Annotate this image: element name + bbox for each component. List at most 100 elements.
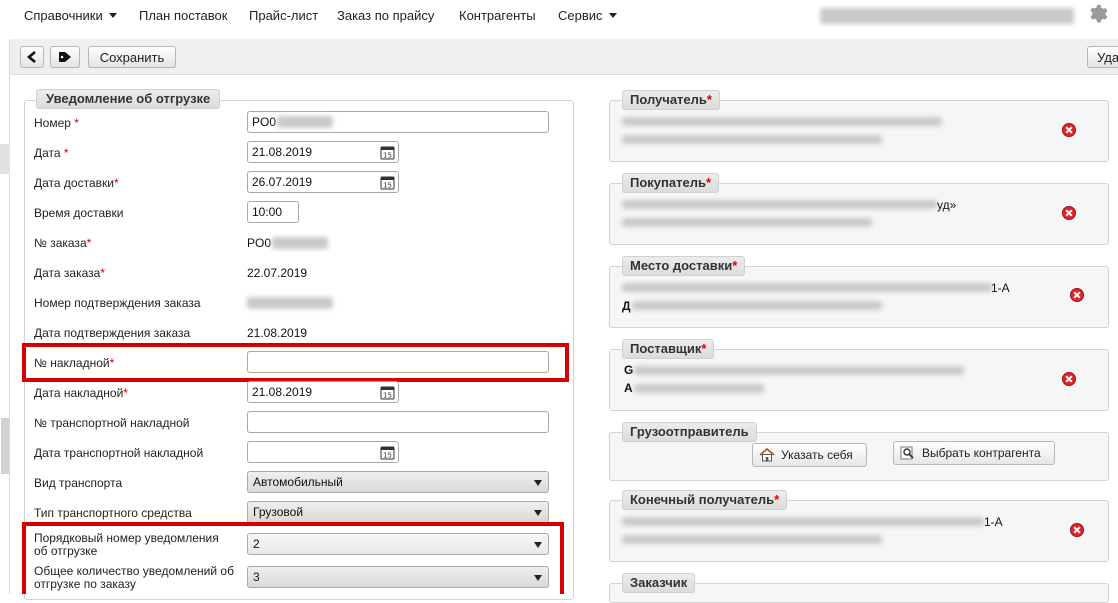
svg-text:15: 15	[383, 392, 392, 400]
consignee-legend: Конечный получатель*	[622, 490, 788, 510]
order-date-label: Дата заказа*	[34, 266, 105, 280]
delivery-time-field[interactable]: 10:00	[247, 201, 299, 223]
left-sidebar-strip	[0, 40, 10, 594]
order-number-label: № заказа*	[34, 236, 92, 250]
order-confirm-number-redacted	[247, 297, 333, 309]
sidebar-scrollbar[interactable]	[1, 418, 9, 474]
recipient-line2-redacted	[622, 135, 882, 144]
vehicle-type-label: Тип транспортного средства	[34, 506, 192, 520]
vehicle-type-select[interactable]: Грузовой	[247, 501, 549, 523]
calendar-icon[interactable]: 15	[380, 175, 395, 190]
delete-icon[interactable]	[1062, 123, 1076, 137]
recipient-line1-redacted	[622, 117, 942, 126]
save-button[interactable]: Сохранить	[88, 46, 176, 68]
calendar-icon[interactable]: 15	[380, 145, 395, 160]
number-field[interactable]: PO0	[247, 111, 549, 133]
calendar-icon[interactable]: 15	[380, 385, 395, 400]
date-label: Дата *	[34, 146, 69, 160]
invoice-date-label: Дата накладной*	[34, 386, 128, 400]
supplier-line2-start: А	[624, 381, 633, 395]
delivery-place-line2-start: Д	[622, 299, 631, 313]
tag-button[interactable]	[50, 46, 80, 68]
notice-total-select[interactable]: 3	[247, 566, 549, 588]
nav-supply-plan[interactable]: План поставок	[139, 8, 227, 23]
order-date-value: 22.07.2019	[247, 266, 308, 280]
shipment-notice-legend: Уведомление об отгрузке	[36, 89, 221, 109]
top-nav: Справочники План поставок Прайс-лист Зак…	[0, 0, 1118, 33]
transport-type-select[interactable]: Автомобильный	[247, 471, 549, 493]
delivery-place-line1-redacted	[622, 283, 992, 292]
set-self-button[interactable]: Указать себя	[752, 443, 867, 467]
notice-seq-label: Порядковый номер уведомления об отгрузке	[34, 531, 219, 558]
transport-invoice-date-field[interactable]: 15	[247, 441, 399, 463]
delete-icon[interactable]	[1070, 523, 1084, 537]
chevron-down-icon	[108, 13, 117, 18]
order-confirm-date-label: Дата подтверждения заказа	[34, 326, 191, 340]
delete-icon[interactable]	[1062, 372, 1076, 386]
buyer-line2-redacted	[622, 218, 872, 227]
delivery-place-tail: 1-А	[991, 281, 1010, 295]
date-field[interactable]: 21.08.2019 15	[247, 141, 399, 163]
delivery-date-field[interactable]: 26.07.2019 15	[247, 171, 399, 193]
toolbar: Сохранить Уда	[10, 39, 1118, 75]
consignee-tail: 1-А	[984, 515, 1003, 529]
consignee-line2-redacted	[622, 535, 882, 544]
invoice-number-field[interactable]	[247, 351, 549, 373]
transport-invoice-number-label: № транспортной накладной	[34, 416, 190, 430]
svg-text:15: 15	[383, 452, 392, 460]
calendar-icon[interactable]: 15	[380, 445, 395, 460]
gear-icon[interactable]	[1086, 3, 1108, 25]
recipient-legend: Получатель*	[622, 90, 720, 110]
tag-icon	[59, 52, 71, 62]
shipper-legend: Грузоотправитель	[622, 422, 757, 442]
transport-invoice-number-field[interactable]	[247, 411, 549, 433]
buyer-line1-redacted	[622, 200, 937, 209]
delete-button[interactable]: Уда	[1087, 46, 1118, 68]
user-info-redacted[interactable]	[820, 8, 1074, 24]
back-button[interactable]	[20, 46, 44, 68]
nav-directories[interactable]: Справочники	[24, 8, 117, 23]
order-number-value: PO0	[247, 237, 329, 250]
number-label: Номер *	[34, 116, 79, 130]
order-confirm-number-label: Номер подтверждения заказа	[34, 296, 201, 310]
nav-service[interactable]: Сервис	[558, 8, 617, 23]
svg-text:15: 15	[383, 152, 392, 160]
back-arrow-icon	[27, 51, 36, 63]
delivery-place-line2-redacted	[632, 301, 882, 310]
number-redacted	[277, 116, 334, 128]
chevron-down-icon	[534, 510, 542, 516]
delivery-time-label: Время доставки	[34, 206, 124, 220]
delete-icon[interactable]	[1070, 288, 1084, 302]
delivery-place-legend: Место доставки*	[622, 256, 746, 276]
invoice-date-field[interactable]: 21.08.2019 15	[247, 381, 399, 403]
delete-icon[interactable]	[1062, 206, 1076, 220]
buyer-name-tail: уд»	[937, 198, 957, 212]
supplier-line1-start: G	[624, 363, 634, 377]
supplier-line2-redacted	[634, 384, 764, 393]
supplier-legend: Поставщик*	[622, 339, 715, 359]
nav-price-order[interactable]: Заказ по прайсу	[337, 8, 434, 23]
chevron-down-icon	[608, 13, 617, 18]
home-icon	[759, 448, 775, 462]
notice-seq-select[interactable]: 2	[247, 533, 549, 555]
search-icon	[900, 446, 914, 460]
order-confirm-date-value: 21.08.2019	[247, 326, 308, 340]
chevron-down-icon	[534, 542, 542, 548]
sidebar-selected-item[interactable]	[0, 144, 10, 174]
transport-invoice-date-label: Дата транспортной накладной	[34, 446, 204, 460]
nav-price-list[interactable]: Прайс-лист	[249, 8, 318, 23]
choose-contractor-button[interactable]: Выбрать контрагента	[893, 441, 1055, 465]
invoice-number-label: № накладной*	[34, 356, 115, 370]
order-number-redacted	[272, 237, 329, 249]
nav-contractors[interactable]: Контрагенты	[459, 8, 536, 23]
chevron-down-icon	[534, 575, 542, 581]
consignee-line1-redacted	[622, 517, 984, 526]
transport-type-label: Вид транспорта	[34, 476, 123, 490]
delivery-date-label: Дата доставки*	[34, 176, 119, 190]
svg-text:15: 15	[383, 182, 392, 190]
supplier-line1-redacted	[634, 366, 964, 375]
customer-legend: Заказчик	[622, 573, 696, 593]
chevron-down-icon	[534, 480, 542, 486]
buyer-legend: Покупатель*	[622, 173, 720, 193]
notice-total-label: Общее количество уведомлений об отгрузке …	[34, 564, 234, 591]
